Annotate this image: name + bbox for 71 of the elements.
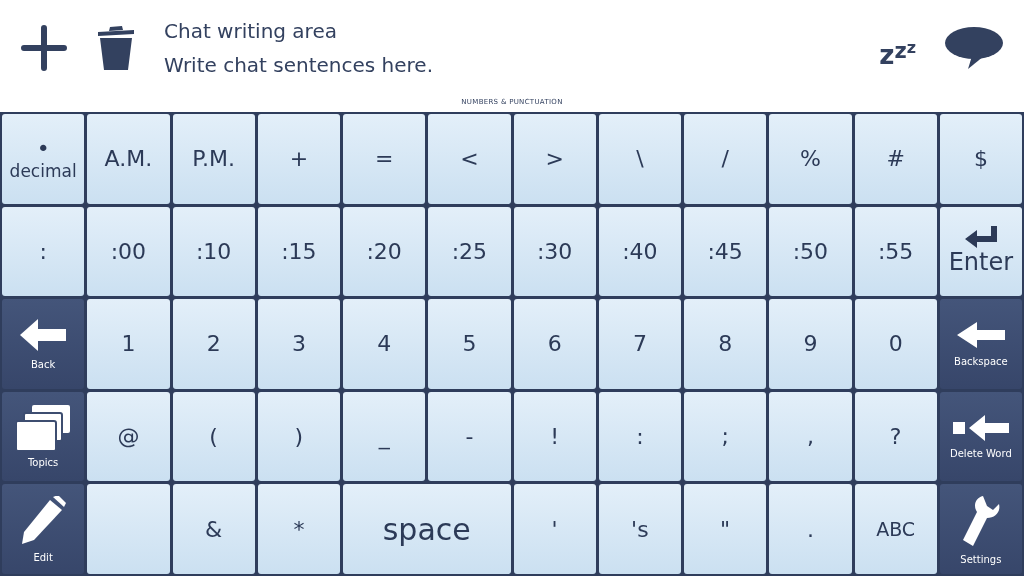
key[interactable]: A.M.	[87, 114, 170, 204]
nav-key[interactable]: Delete Word	[939, 391, 1022, 482]
key[interactable]: 5	[428, 299, 511, 389]
nav-key[interactable]: Settings	[939, 484, 1022, 574]
key[interactable]: ?	[854, 391, 937, 482]
key[interactable]: )	[257, 391, 340, 482]
key[interactable]: :40	[598, 206, 681, 297]
key[interactable]: &	[172, 484, 255, 574]
key[interactable]: :25	[428, 206, 511, 297]
key[interactable]: <	[428, 114, 511, 204]
key[interactable]: :00	[87, 206, 170, 297]
key[interactable]: P.M.	[172, 114, 255, 204]
key[interactable]: ABC	[854, 484, 937, 574]
plus-icon	[20, 24, 68, 72]
key[interactable]: :55	[854, 206, 937, 297]
key[interactable]: (	[172, 391, 255, 482]
key[interactable]: :	[598, 391, 681, 482]
key[interactable]: >	[513, 114, 596, 204]
key[interactable]: @	[87, 391, 170, 482]
nav-key[interactable]: Edit	[2, 484, 85, 574]
key[interactable]: 4	[343, 299, 426, 389]
speak-button[interactable]	[944, 26, 1004, 70]
nav-key[interactable]: Back	[2, 299, 85, 389]
trash-icon	[96, 24, 136, 72]
key[interactable]: :10	[172, 206, 255, 297]
nav-key[interactable]: Backspace	[939, 299, 1022, 389]
key[interactable]: /	[684, 114, 767, 204]
pencil-icon	[20, 495, 67, 546]
key[interactable]: 7	[598, 299, 681, 389]
key[interactable]: _	[343, 391, 426, 482]
key[interactable]: -	[428, 391, 511, 482]
back-arrow-icon	[18, 317, 69, 354]
key[interactable]: 9	[769, 299, 852, 389]
key[interactable]: 3	[257, 299, 340, 389]
key[interactable]: 1	[87, 299, 170, 389]
space-key[interactable]: space	[343, 484, 511, 574]
nav-key[interactable]: Topics	[2, 391, 85, 482]
key[interactable]: '	[513, 484, 596, 574]
key[interactable]: #	[854, 114, 937, 204]
wrench-icon	[960, 493, 1001, 548]
key[interactable]: :20	[343, 206, 426, 297]
key[interactable]: .	[769, 484, 852, 574]
enter-key[interactable]: Enter	[939, 206, 1022, 297]
key[interactable]: 's	[598, 484, 681, 574]
key[interactable]: :	[2, 206, 85, 297]
speech-bubble-icon	[944, 26, 1004, 70]
stacked-cards-icon	[16, 405, 71, 452]
key[interactable]: ,	[769, 391, 852, 482]
key[interactable]: =	[343, 114, 426, 204]
key[interactable]: 2	[172, 299, 255, 389]
key[interactable]: 0	[854, 299, 937, 389]
key[interactable]: :15	[257, 206, 340, 297]
key[interactable]: "	[684, 484, 767, 574]
key[interactable]: :50	[769, 206, 852, 297]
add-button[interactable]	[20, 24, 68, 72]
trash-button[interactable]	[96, 24, 136, 72]
key[interactable]: • decimal	[2, 114, 85, 204]
key[interactable]: :30	[513, 206, 596, 297]
chat-hint[interactable]: Write chat sentences here.	[164, 53, 852, 77]
key[interactable]: :45	[684, 206, 767, 297]
chat-title: Chat writing area	[164, 19, 338, 43]
key[interactable]: !	[513, 391, 596, 482]
key[interactable]: 6	[513, 299, 596, 389]
key[interactable]: %	[769, 114, 852, 204]
key[interactable]: ;	[684, 391, 767, 482]
key[interactable]: 8	[684, 299, 767, 389]
key[interactable]: +	[257, 114, 340, 204]
key[interactable]: *	[257, 484, 340, 574]
key[interactable]: $	[939, 114, 1022, 204]
delete-word-icon	[952, 414, 1009, 443]
key[interactable]: \	[598, 114, 681, 204]
